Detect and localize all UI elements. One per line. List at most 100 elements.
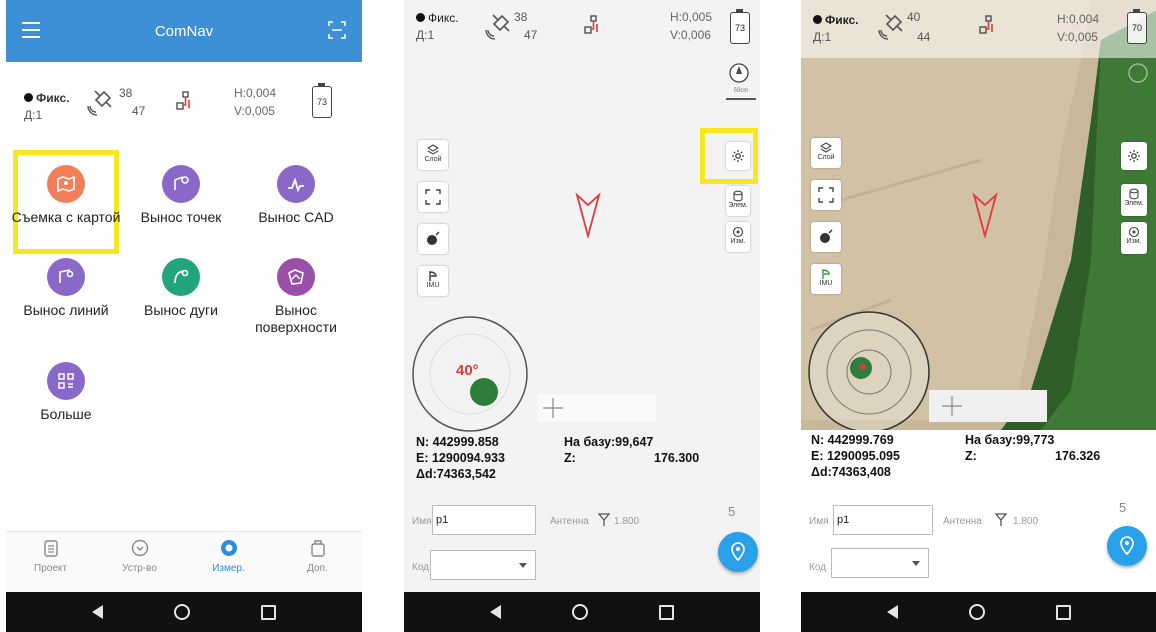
- rtk-link-icon[interactable]: [582, 14, 602, 38]
- location-pin-icon: [1120, 536, 1134, 556]
- imu-icon: [822, 269, 830, 279]
- crosshair-panel[interactable]: [538, 394, 656, 422]
- locate-icon: [820, 229, 833, 243]
- tile-label: Вынос CAD: [258, 209, 334, 225]
- fix-dot-icon: [813, 15, 822, 25]
- crosshair-panel[interactable]: [929, 390, 1047, 422]
- name-label: Имя: [412, 516, 432, 527]
- coord-z-label: Z:: [564, 451, 576, 465]
- tilt-dot: [470, 378, 498, 406]
- compass-icon[interactable]: [1127, 62, 1149, 84]
- gnss-status-bar: Фикс. Д:1 38 47 H:0,005 V:0,006 73: [404, 8, 760, 58]
- layer-button[interactable]: Слой: [418, 140, 448, 170]
- satellite-icon[interactable]: [484, 10, 514, 40]
- grid-icon: [47, 362, 85, 400]
- bottom-navigation: Проект Устр-во Измер. Доп.: [6, 531, 362, 592]
- tile-label: Вынос линий: [23, 302, 109, 318]
- rtk-link-icon[interactable]: [977, 14, 997, 38]
- tile-map-survey[interactable]: Съемка с картой: [11, 165, 121, 226]
- gnss-status-bar: Фикс. Д:1 40 44 H:0,004 V:0,005 70: [801, 8, 1156, 58]
- tile-stakeout-cad[interactable]: Вынос CAD: [241, 165, 351, 226]
- rtk-link-icon[interactable]: [174, 90, 194, 114]
- compass-icon[interactable]: [728, 62, 750, 84]
- coord-z-label: Z:: [965, 449, 977, 463]
- stakeout-satellite-screen: Фикс. Д:1 40 44 H:0,004 V:0,005 70 Слой …: [801, 0, 1156, 632]
- menu-icon[interactable]: [22, 22, 40, 43]
- satellites-visible: 40: [907, 10, 921, 24]
- antenna-icon: [995, 513, 1007, 526]
- fullscreen-button[interactable]: [811, 180, 841, 210]
- measure-button[interactable]: Изм.: [726, 222, 750, 252]
- fullscreen-icon: [818, 187, 834, 203]
- satellites-visible: 38: [119, 86, 133, 100]
- recent-apps-icon[interactable]: [261, 604, 277, 620]
- project-icon: [43, 540, 58, 557]
- gnss-status-bar: Фикс. Д:1 38 47 H:0,004 V:0,005 73: [6, 80, 362, 140]
- battery-indicator[interactable]: 70: [1127, 9, 1147, 44]
- satellite-icon[interactable]: [86, 86, 116, 116]
- locate-button[interactable]: [811, 222, 841, 252]
- home-icon[interactable]: [968, 604, 985, 620]
- coord-n: N: 442999.858: [416, 435, 499, 449]
- tile-stakeout-surface[interactable]: Вынос поверхности: [241, 258, 351, 336]
- tile-label: Больше: [40, 406, 92, 422]
- cad-line-icon: [277, 165, 315, 203]
- tab-measure[interactable]: Измер.: [184, 532, 273, 592]
- home-icon[interactable]: [173, 604, 190, 620]
- record-point-button[interactable]: [1107, 526, 1147, 566]
- scan-icon[interactable]: [328, 21, 346, 39]
- back-icon[interactable]: [886, 605, 898, 619]
- satellites-used: 47: [524, 28, 538, 42]
- fix-status: Фикс.: [416, 10, 459, 25]
- layer-button[interactable]: Слой: [811, 138, 841, 168]
- antenna-height[interactable]: 1.800: [614, 516, 639, 527]
- map-scale: 59cm: [726, 88, 756, 100]
- back-icon[interactable]: [489, 605, 501, 619]
- home-icon[interactable]: [571, 604, 588, 620]
- tab-extra[interactable]: Доп.: [273, 532, 362, 592]
- elements-button[interactable]: Элем.: [1121, 184, 1147, 216]
- battery-indicator[interactable]: 73: [312, 83, 332, 118]
- settings-button[interactable]: [726, 142, 750, 170]
- satellites-used: 47: [132, 104, 146, 118]
- locate-button[interactable]: [418, 224, 448, 254]
- imu-button[interactable]: IMU: [418, 266, 448, 296]
- imu-button[interactable]: IMU: [811, 264, 841, 294]
- layers-icon: [820, 142, 832, 153]
- recent-apps-icon[interactable]: [659, 604, 675, 620]
- tab-device[interactable]: Устр-во: [95, 532, 184, 592]
- point-name-input[interactable]: p1: [432, 505, 536, 535]
- tile-stakeout-points[interactable]: Вынос точек: [126, 165, 236, 226]
- arc-icon: [162, 258, 200, 296]
- tab-project[interactable]: Проект: [6, 532, 95, 592]
- locate-icon: [427, 231, 440, 245]
- direction-arrow-icon: [575, 192, 601, 238]
- satellite-icon[interactable]: [877, 10, 907, 40]
- diff-age: Д:1: [416, 28, 435, 42]
- elements-button[interactable]: Элем.: [726, 186, 750, 216]
- coord-e: E: 1290095.095: [811, 449, 900, 463]
- point-count: 5: [728, 504, 736, 519]
- recent-apps-icon[interactable]: [1056, 604, 1072, 620]
- point-name-input[interactable]: p1: [833, 505, 933, 535]
- settings-button[interactable]: [1121, 142, 1147, 170]
- ctrl-label: Элем.: [728, 202, 748, 209]
- tab-label: Устр-во: [122, 563, 157, 574]
- record-point-button[interactable]: [718, 532, 758, 572]
- tile-more[interactable]: Больше: [11, 362, 121, 423]
- tile-stakeout-lines[interactable]: Вынос линий: [11, 258, 121, 319]
- coord-delta: Δd:74363,408: [811, 465, 891, 479]
- home-screen: ComNav Фикс. Д:1 38 47 H:0,004 V:0,005 7…: [6, 0, 362, 632]
- extra-icon: [310, 540, 325, 557]
- battery-indicator[interactable]: 73: [730, 9, 750, 44]
- antenna-height[interactable]: 1.800: [1013, 516, 1038, 527]
- measure-button[interactable]: Изм.: [1121, 222, 1147, 254]
- code-label: Код: [809, 562, 827, 573]
- code-select[interactable]: [831, 548, 929, 578]
- tile-stakeout-arc[interactable]: Вынос дуги: [126, 258, 236, 319]
- coord-n: N: 442999.769: [811, 433, 894, 447]
- fullscreen-button[interactable]: [418, 182, 448, 212]
- diff-age: Д:1: [813, 30, 832, 44]
- code-select[interactable]: [430, 550, 536, 580]
- back-icon[interactable]: [91, 605, 103, 619]
